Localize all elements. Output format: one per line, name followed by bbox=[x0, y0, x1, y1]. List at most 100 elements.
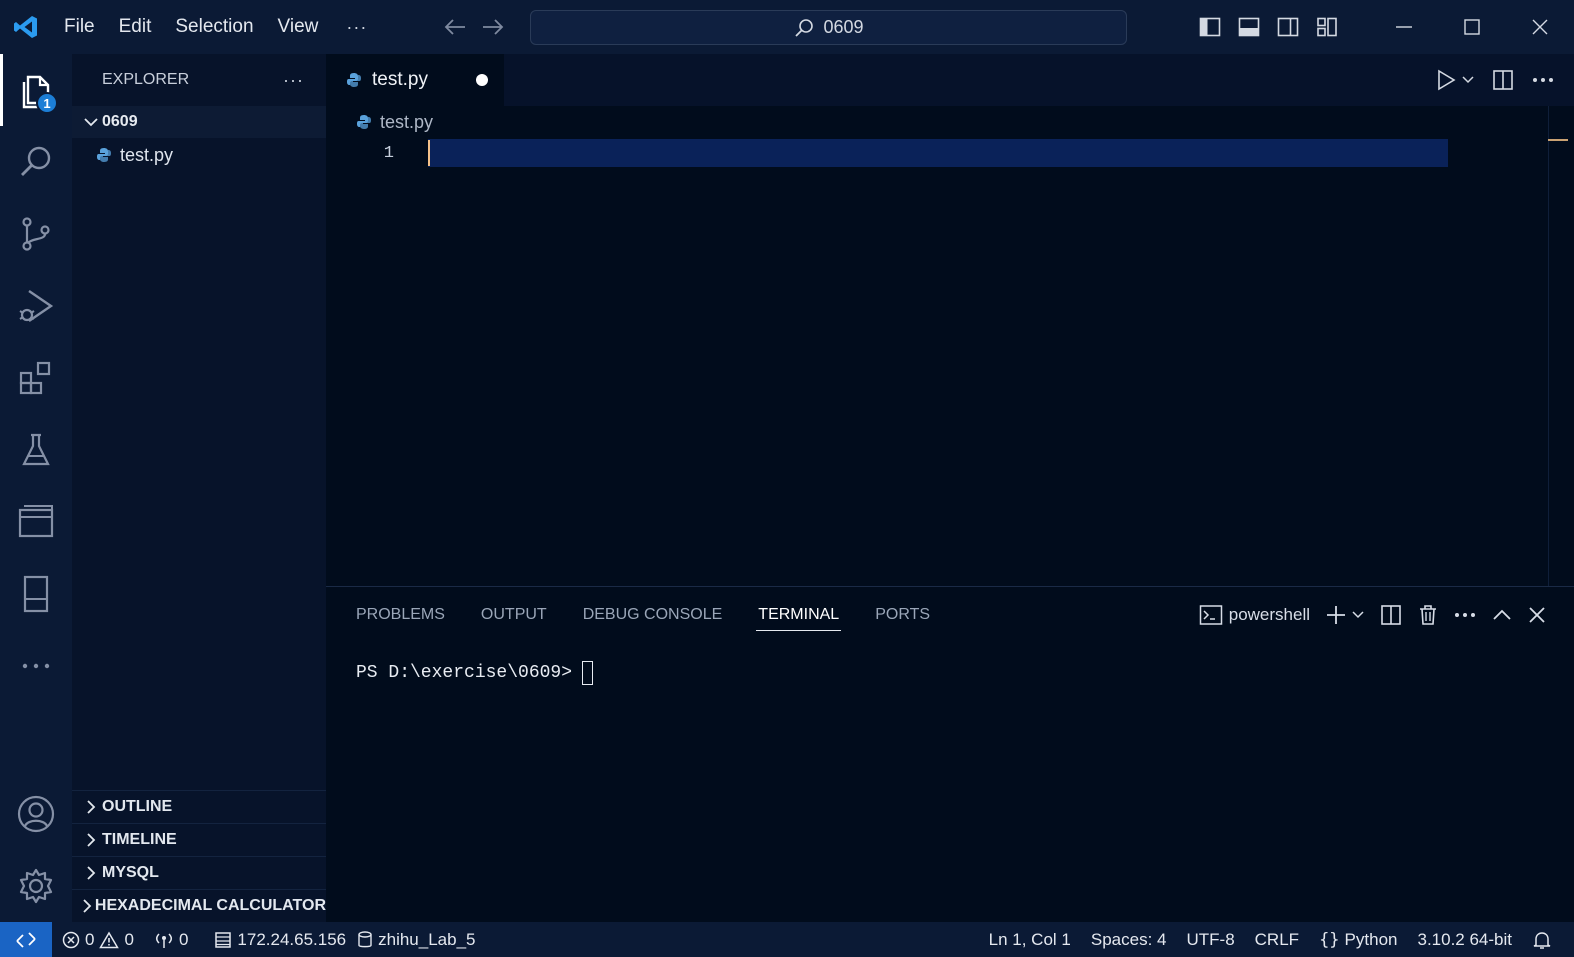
toggle-primary-sidebar-icon[interactable] bbox=[1190, 0, 1229, 54]
sidebar-sections: OUTLINE TIMELINE MYSQL HEXADECIMAL CALCU… bbox=[72, 790, 326, 922]
terminal-output[interactable]: PS D:\exercise\0609> bbox=[356, 661, 594, 685]
database-connection-status[interactable]: 172.24.65.156 zhihu_Lab_5 bbox=[198, 922, 485, 957]
close-panel-icon[interactable] bbox=[1528, 606, 1546, 624]
terminal-icon bbox=[1199, 605, 1222, 625]
title-bar: File Edit Selection View ··· 0609 bbox=[0, 0, 1574, 54]
search-activity-icon[interactable] bbox=[0, 126, 72, 198]
maximize-icon[interactable] bbox=[1438, 0, 1506, 54]
section-outline-label: OUTLINE bbox=[102, 798, 173, 815]
maximize-panel-icon[interactable] bbox=[1492, 609, 1512, 621]
tab-terminal[interactable]: TERMINAL bbox=[756, 587, 842, 643]
chevron-right-icon bbox=[80, 899, 95, 913]
explorer-badge: 1 bbox=[36, 92, 58, 114]
new-terminal-icon[interactable] bbox=[1326, 605, 1364, 625]
warning-icon bbox=[99, 931, 120, 948]
section-timeline[interactable]: TIMELINE bbox=[72, 823, 326, 856]
breadcrumb-file[interactable]: test.py bbox=[380, 112, 433, 133]
editor-scrollbar[interactable] bbox=[1548, 106, 1549, 586]
end-of-line[interactable]: CRLF bbox=[1245, 922, 1309, 957]
command-center-search[interactable]: 0609 bbox=[530, 10, 1127, 45]
menu-edit[interactable]: Edit bbox=[107, 0, 164, 54]
notifications-bell-icon[interactable] bbox=[1522, 922, 1574, 957]
source-control-icon[interactable] bbox=[0, 198, 72, 270]
section-hex-calculator[interactable]: HEXADECIMAL CALCULATOR bbox=[72, 889, 326, 922]
customize-layout-icon[interactable] bbox=[1307, 0, 1346, 54]
database-icon bbox=[358, 930, 372, 947]
cursor-position-marker bbox=[1548, 139, 1568, 141]
chevron-right-icon bbox=[80, 833, 102, 847]
chevron-down-icon[interactable] bbox=[1462, 76, 1474, 84]
tab-debug-console[interactable]: DEBUG CONSOLE bbox=[583, 587, 723, 643]
terminal-selector[interactable]: powershell bbox=[1199, 604, 1310, 626]
line-number: 1 bbox=[383, 144, 394, 163]
settings-gear-icon[interactable] bbox=[0, 850, 72, 922]
tab-test-py[interactable]: test.py bbox=[326, 54, 504, 106]
forward-arrow-icon[interactable] bbox=[481, 17, 505, 37]
unsaved-dot-icon[interactable] bbox=[476, 74, 488, 86]
language-label: Python bbox=[1344, 929, 1398, 949]
testing-flask-icon[interactable] bbox=[0, 414, 72, 486]
remote-indicator-icon[interactable] bbox=[0, 922, 52, 957]
cursor-position[interactable]: Ln 1, Col 1 bbox=[979, 922, 1081, 957]
editor-more-icon[interactable] bbox=[1532, 77, 1554, 83]
explorer-more-button[interactable]: ··· bbox=[283, 70, 304, 91]
folder-0609[interactable]: 0609 bbox=[72, 106, 326, 138]
menu-bar: File Edit Selection View ··· bbox=[52, 0, 383, 54]
more-views-icon[interactable] bbox=[0, 630, 72, 702]
editor-tab-bar: test.py bbox=[326, 54, 1574, 106]
back-arrow-icon[interactable] bbox=[443, 17, 467, 37]
toggle-secondary-sidebar-icon[interactable] bbox=[1268, 0, 1307, 54]
close-window-icon[interactable] bbox=[1506, 0, 1574, 54]
ip-address: 172.24.65.156 bbox=[237, 929, 347, 949]
indentation[interactable]: Spaces: 4 bbox=[1081, 922, 1177, 957]
editor-actions bbox=[1436, 54, 1554, 106]
vscode-logo-icon bbox=[0, 0, 52, 54]
menu-view[interactable]: View bbox=[266, 0, 331, 54]
database-panel-icon[interactable] bbox=[0, 558, 72, 630]
database-name: zhihu_Lab_5 bbox=[378, 929, 476, 949]
menu-more-button[interactable]: ··· bbox=[330, 17, 383, 38]
explorer-title: EXPLORER bbox=[102, 71, 190, 88]
chevron-down-icon[interactable] bbox=[1352, 611, 1364, 619]
section-outline[interactable]: OUTLINE bbox=[72, 790, 326, 823]
account-icon[interactable] bbox=[0, 778, 72, 850]
ports-status[interactable]: 0 bbox=[144, 922, 198, 957]
menu-file[interactable]: File bbox=[52, 0, 107, 54]
section-mysql-label: MYSQL bbox=[102, 864, 159, 881]
explorer-header: EXPLORER ··· bbox=[72, 54, 326, 106]
tab-ports[interactable]: PORTS bbox=[875, 587, 930, 643]
current-line-highlight[interactable] bbox=[428, 139, 1448, 167]
file-label: test.py bbox=[120, 144, 174, 165]
explorer-icon[interactable]: 1 bbox=[0, 54, 72, 126]
minimize-icon[interactable] bbox=[1370, 0, 1438, 54]
panel-tabs: PROBLEMS OUTPUT DEBUG CONSOLE TERMINAL P… bbox=[356, 587, 930, 643]
error-count: 0 bbox=[85, 929, 95, 949]
run-debug-icon[interactable] bbox=[0, 270, 72, 342]
remote-explorer-icon[interactable] bbox=[0, 486, 72, 558]
tab-problems[interactable]: PROBLEMS bbox=[356, 587, 445, 643]
split-editor-icon[interactable] bbox=[1492, 69, 1514, 91]
search-text: 0609 bbox=[823, 17, 864, 37]
panel-more-icon[interactable] bbox=[1454, 612, 1476, 618]
navigation-arrows bbox=[443, 17, 505, 37]
language-mode[interactable]: {} Python bbox=[1309, 922, 1407, 957]
run-python-file-icon[interactable] bbox=[1436, 69, 1474, 91]
search-icon bbox=[793, 17, 815, 39]
toggle-panel-icon[interactable] bbox=[1229, 0, 1268, 54]
tab-output[interactable]: OUTPUT bbox=[481, 587, 547, 643]
python-file-icon bbox=[96, 147, 112, 163]
encoding[interactable]: UTF-8 bbox=[1176, 922, 1244, 957]
extensions-icon[interactable] bbox=[0, 342, 72, 414]
split-terminal-icon[interactable] bbox=[1380, 604, 1402, 626]
status-bar: 0 0 0 172.24.65.156 zhihu_Lab_5 Ln 1, Co… bbox=[0, 922, 1574, 957]
broadcast-icon bbox=[155, 932, 172, 948]
section-hex-calculator-label: HEXADECIMAL CALCULATOR bbox=[94, 897, 326, 914]
menu-selection[interactable]: Selection bbox=[163, 0, 265, 54]
section-mysql[interactable]: MYSQL bbox=[72, 856, 326, 889]
breadcrumb[interactable]: test.py bbox=[356, 108, 433, 136]
ports-count: 0 bbox=[178, 929, 189, 949]
trash-icon[interactable] bbox=[1418, 604, 1438, 626]
problems-status[interactable]: 0 0 bbox=[52, 922, 144, 957]
python-interpreter[interactable]: 3.10.2 64-bit bbox=[1407, 922, 1522, 957]
file-test-py[interactable]: test.py bbox=[72, 138, 326, 172]
